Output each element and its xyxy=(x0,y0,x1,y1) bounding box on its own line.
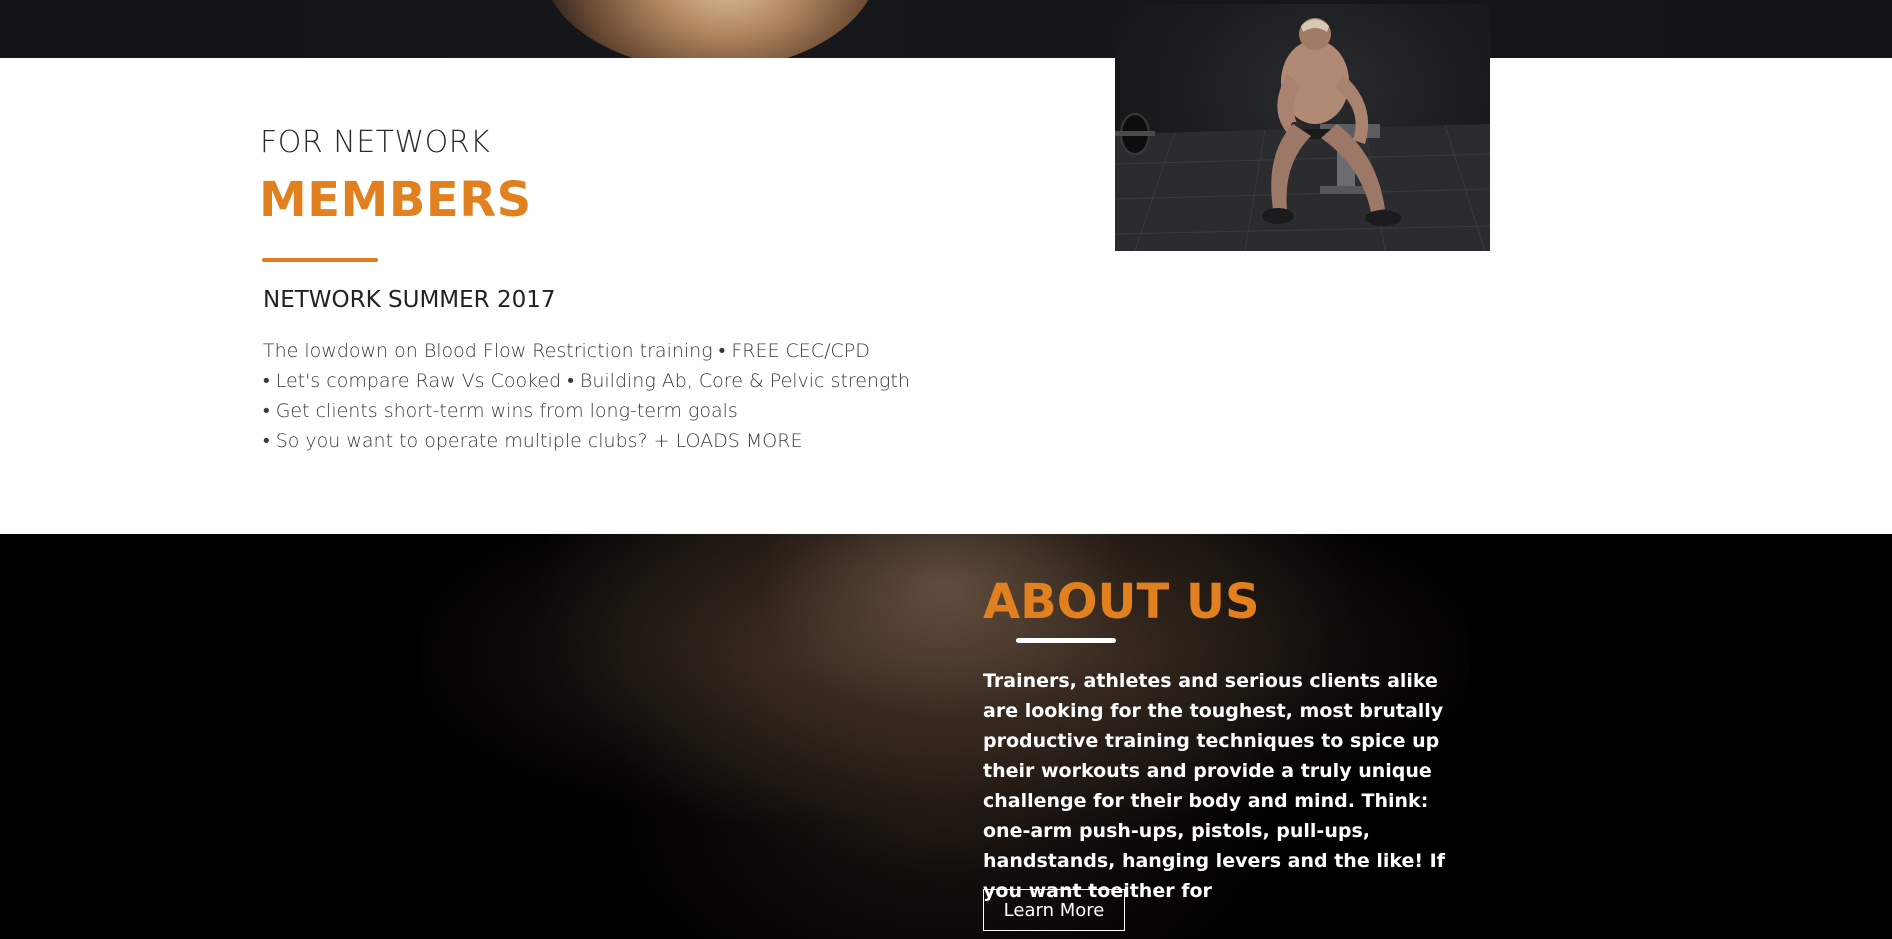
hero-banner-strip xyxy=(0,0,1892,58)
athlete-photo xyxy=(1115,4,1490,251)
about-section: ABOUT US Trainers, athletes and serious … xyxy=(0,534,1892,939)
page: FOR NETWORK MEMBERS NETWORK SUMMER 2017 … xyxy=(0,0,1892,939)
members-kicker: FOR NETWORK xyxy=(260,125,491,160)
members-title: MEMBERS xyxy=(259,172,532,228)
about-text: Trainers, athletes and serious clients a… xyxy=(983,670,1445,902)
hero-background-image xyxy=(540,0,880,58)
title-divider xyxy=(262,258,378,262)
about-divider xyxy=(1016,638,1116,643)
issue-line: • So you want to operate multiple clubs?… xyxy=(263,430,803,452)
athlete-photo-illustration xyxy=(1115,18,1490,251)
about-title: ABOUT US xyxy=(983,574,1260,630)
issue-line: • Get clients short-term wins from long-… xyxy=(263,400,738,422)
issue-line: The lowdown on Blood Flow Restriction tr… xyxy=(263,340,870,362)
issue-contents-list: The lowdown on Blood Flow Restriction tr… xyxy=(263,336,910,456)
issue-line: • Let's compare Raw Vs Cooked • Building… xyxy=(263,370,910,392)
issue-title: NETWORK SUMMER 2017 xyxy=(263,287,556,313)
learn-more-button[interactable]: Learn More xyxy=(983,889,1125,931)
members-section: FOR NETWORK MEMBERS NETWORK SUMMER 2017 … xyxy=(0,58,1892,534)
